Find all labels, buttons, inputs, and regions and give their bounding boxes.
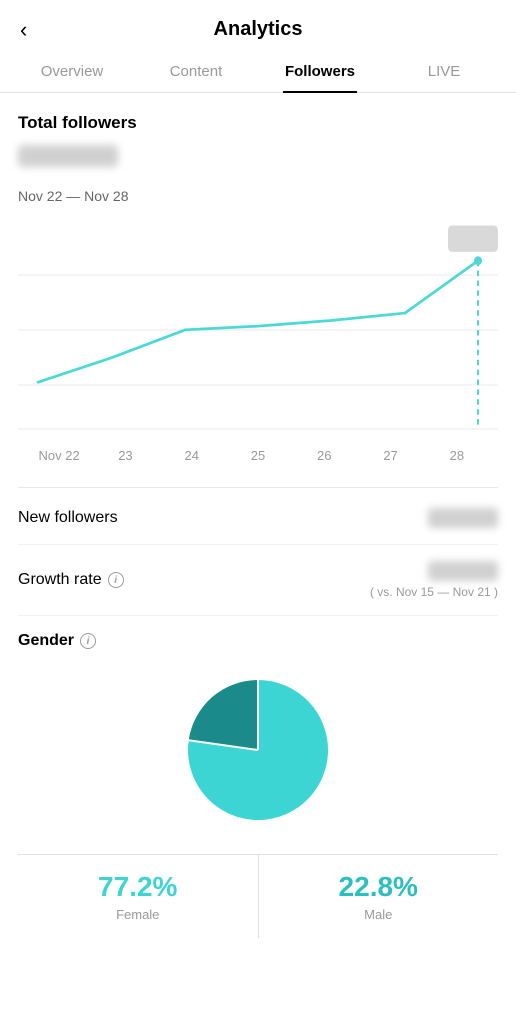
x-label-2: 24 (159, 448, 225, 463)
page-title: Analytics (214, 18, 303, 41)
new-followers-row: New followers (18, 492, 498, 545)
tab-live[interactable]: LIVE (382, 51, 506, 92)
x-label-1: 23 (92, 448, 158, 463)
male-pct-cell: 22.8% Male (259, 855, 499, 938)
total-followers-title: Total followers (18, 113, 498, 133)
pie-chart (178, 670, 338, 830)
female-label: Female (26, 907, 250, 922)
gender-section: Gender i (18, 616, 498, 938)
back-button[interactable]: ‹ (20, 17, 27, 43)
tab-overview[interactable]: Overview (10, 51, 134, 92)
header: ‹ Analytics (0, 0, 516, 51)
x-axis: Nov 22 23 24 25 26 27 28 (18, 448, 498, 463)
growth-rate-row: Growth rate i ( vs. Nov 15 — Nov 21 ) (18, 545, 498, 616)
new-followers-value (428, 508, 498, 528)
main-content: Total followers Nov 22 — Nov 28 (0, 93, 516, 958)
gender-pct-row: 77.2% Female 22.8% Male (18, 854, 498, 938)
growth-rate-info-icon[interactable]: i (108, 572, 124, 588)
divider-1 (18, 487, 498, 488)
male-label: Male (267, 907, 491, 922)
tab-followers[interactable]: Followers (258, 51, 382, 92)
female-pct-cell: 77.2% Female (18, 855, 259, 938)
gender-info-icon[interactable]: i (80, 633, 96, 649)
tab-content[interactable]: Content (134, 51, 258, 92)
growth-rate-right: ( vs. Nov 15 — Nov 21 ) (370, 561, 498, 599)
x-label-0: Nov 22 (26, 448, 92, 463)
new-followers-label: New followers (18, 509, 118, 527)
comparison-label: ( vs. Nov 15 — Nov 21 ) (370, 585, 498, 599)
tab-bar: Overview Content Followers LIVE (0, 51, 516, 93)
date-range-label: Nov 22 — Nov 28 (18, 188, 498, 204)
followers-chart (18, 220, 498, 440)
x-label-3: 25 (225, 448, 291, 463)
pie-chart-container (18, 670, 498, 830)
male-percentage: 22.8% (267, 871, 491, 903)
growth-rate-value (428, 561, 498, 581)
growth-rate-label: Growth rate i (18, 571, 124, 589)
female-percentage: 77.2% (26, 871, 250, 903)
x-label-6: 28 (424, 448, 490, 463)
total-followers-value (18, 145, 118, 167)
x-label-5: 27 (357, 448, 423, 463)
chart-svg (18, 220, 498, 440)
gender-title: Gender i (18, 632, 498, 650)
x-label-4: 26 (291, 448, 357, 463)
